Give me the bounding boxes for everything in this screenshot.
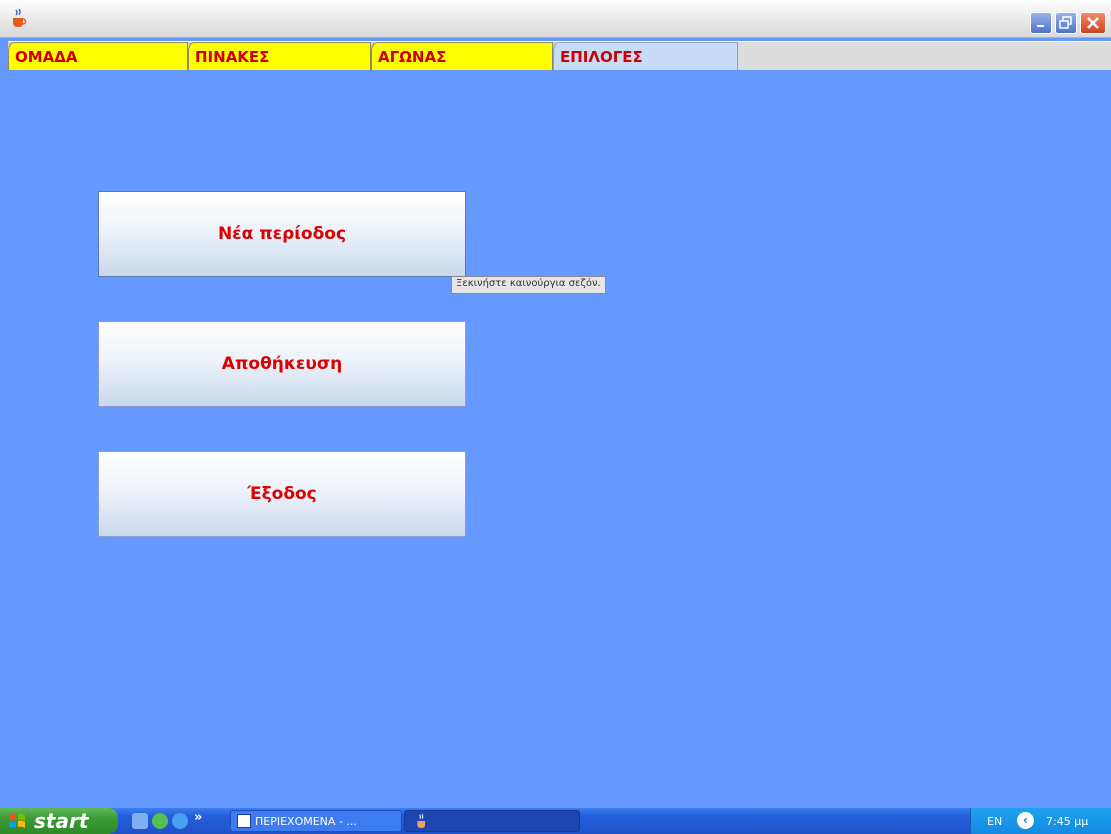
start-button[interactable]: start	[0, 808, 118, 834]
application-window: ΟΜΑΔΑ ΠΙΝΑΚΕΣ ΑΓΩΝΑΣ ΕΠΙΛΟΓΕΣ Νέα περίοδ…	[0, 0, 1111, 834]
title-bar	[0, 0, 1111, 38]
taskbar-item-document[interactable]: ΠΕΡΙΕΧΟΜΕΝΑ - ...	[230, 810, 402, 832]
minimize-button[interactable]	[1030, 12, 1052, 34]
windows-logo-icon	[9, 813, 25, 828]
save-button[interactable]: Αποθήκευση	[98, 321, 466, 407]
options-panel: Νέα περίοδος Ξεκινήστε καινούργια σεζόν.…	[8, 70, 1111, 808]
taskbar-item-label: ΠΕΡΙΕΧΟΜΕΝΑ - ...	[255, 814, 357, 828]
chevron-left-icon[interactable]: ‹	[1017, 812, 1034, 829]
close-icon	[1087, 17, 1099, 29]
taskbar: start » ΠΕΡΙΕΧΟΜΕΝΑ - ... EN ‹ 7:45 μμ	[0, 808, 1111, 834]
start-label: start	[34, 809, 89, 833]
close-button[interactable]	[1080, 12, 1106, 34]
exit-button[interactable]: Έξοδος	[98, 451, 466, 537]
tab-pinakes[interactable]: ΠΙΝΑΚΕΣ	[188, 42, 371, 71]
tab-agonas[interactable]: ΑΓΩΝΑΣ	[371, 42, 553, 71]
tab-bar: ΟΜΑΔΑ ΠΙΝΑΚΕΣ ΑΓΩΝΑΣ ΕΠΙΛΟΓΕΣ	[0, 38, 1111, 71]
restore-button[interactable]	[1055, 12, 1077, 34]
tab-epiloges[interactable]: ΕΠΙΛΟΓΕΣ	[553, 42, 738, 71]
network-icon[interactable]	[132, 813, 148, 829]
taskbar-item-java[interactable]	[404, 810, 580, 832]
restore-icon	[1059, 16, 1072, 29]
new-season-button[interactable]: Νέα περίοδος	[98, 191, 466, 277]
java-cup-icon	[13, 8, 27, 27]
minimize-icon	[1037, 25, 1044, 27]
java-icon	[417, 813, 426, 828]
language-indicator[interactable]: EN	[987, 815, 1002, 828]
word-document-icon	[237, 814, 251, 828]
tooltip: Ξεκινήστε καινούργια σεζόν.	[451, 276, 606, 294]
clock: 7:45 μμ	[1046, 815, 1089, 828]
tab-strip: ΟΜΑΔΑ ΠΙΝΑΚΕΣ ΑΓΩΝΑΣ ΕΠΙΛΟΓΕΣ	[8, 41, 1111, 71]
internet-explorer-icon[interactable]	[172, 813, 188, 829]
tab-omada[interactable]: ΟΜΑΔΑ	[8, 42, 188, 71]
system-tray: EN ‹ 7:45 μμ	[970, 808, 1111, 834]
quick-launch-more[interactable]: »	[194, 810, 202, 825]
tab-strip-filler	[738, 42, 1111, 71]
media-player-icon[interactable]	[152, 813, 168, 829]
